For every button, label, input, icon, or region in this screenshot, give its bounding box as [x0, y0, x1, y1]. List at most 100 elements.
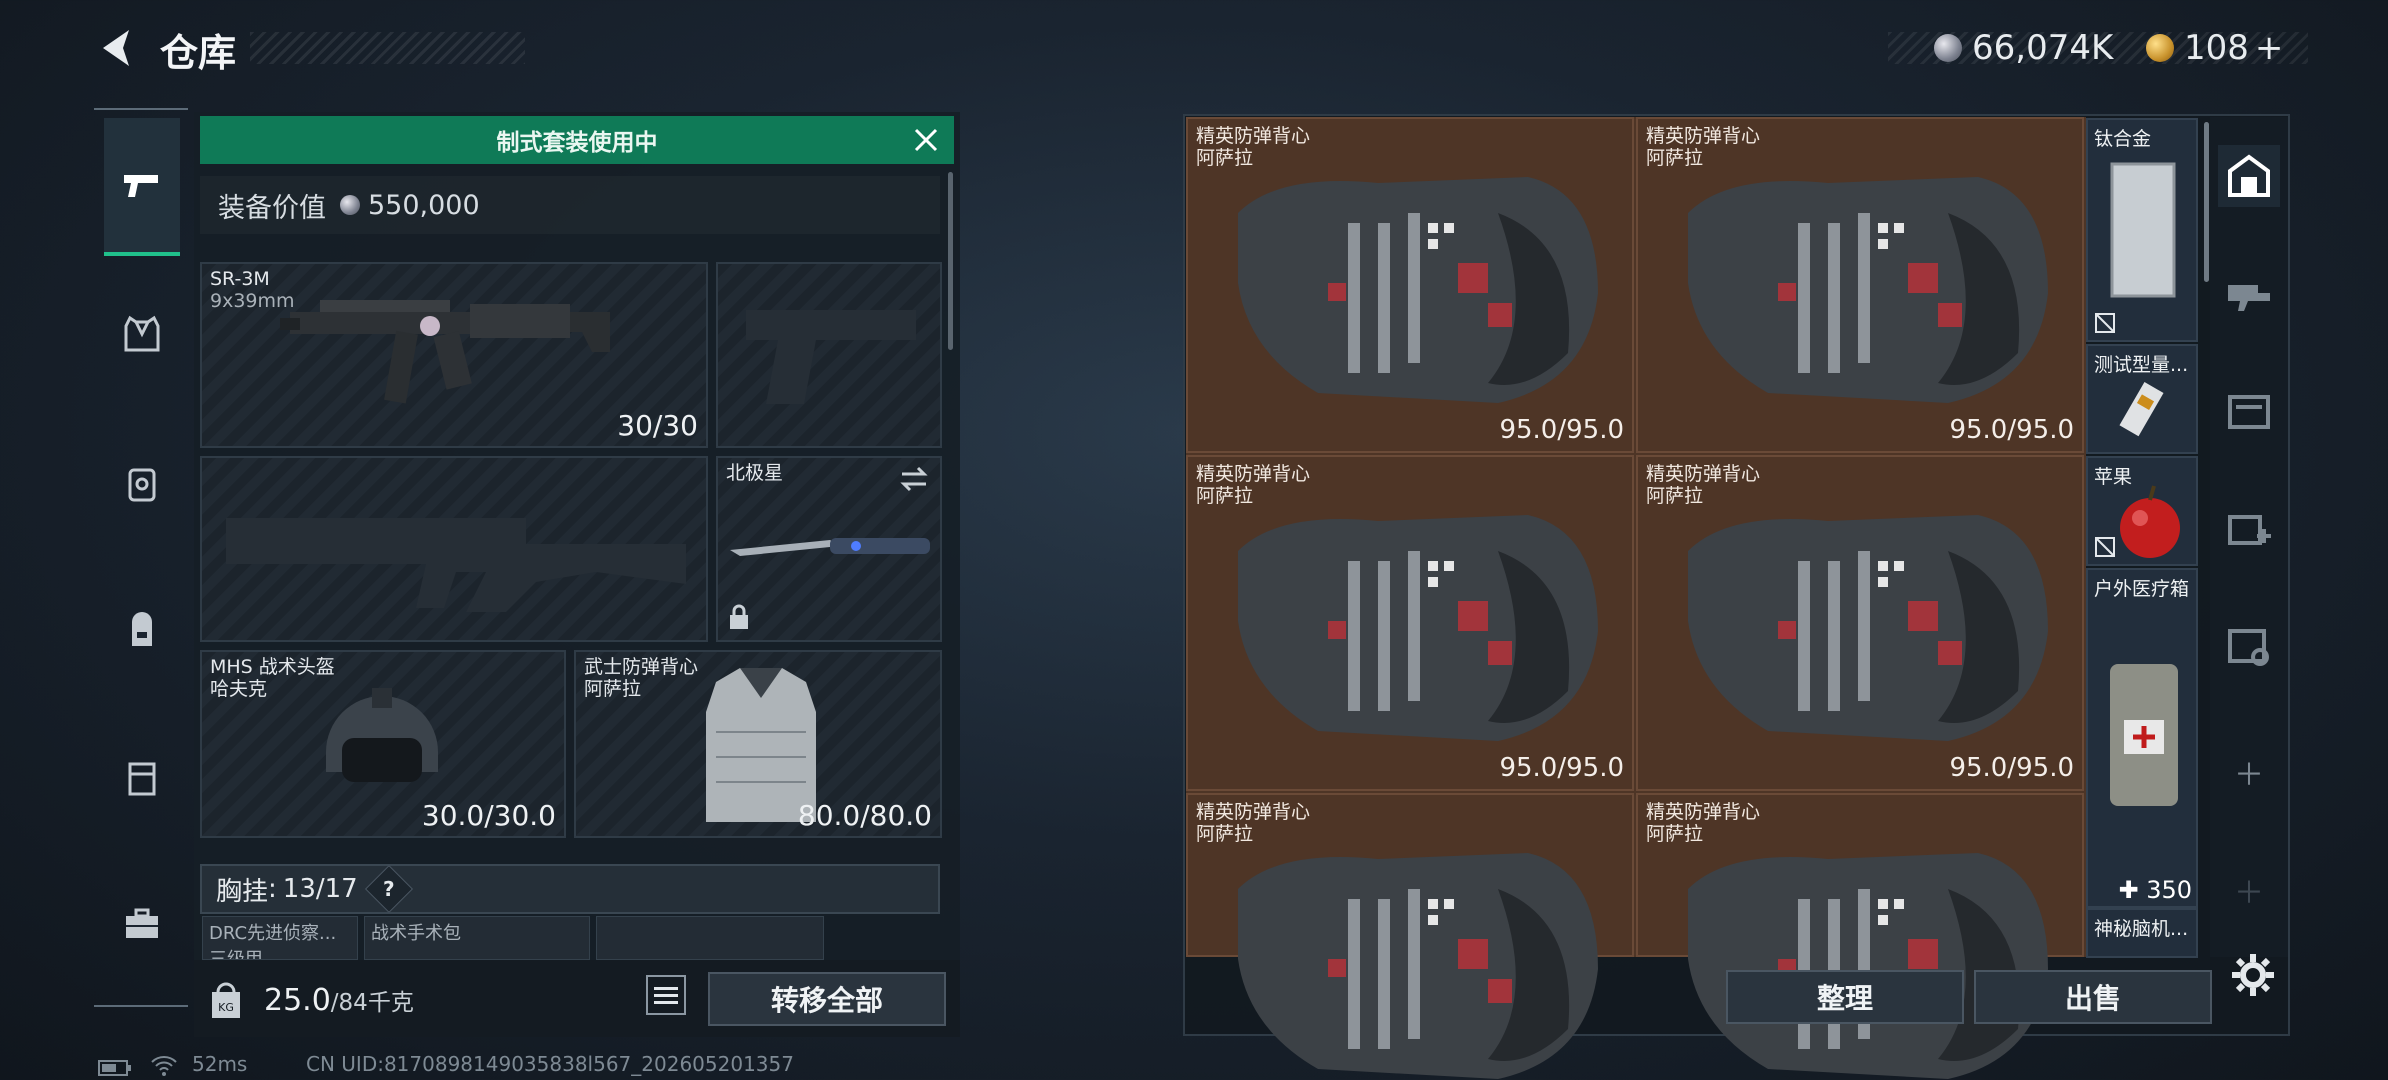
chest-rig-row[interactable]: 胸挂 : 13/17 ?: [200, 864, 940, 914]
close-icon[interactable]: [912, 126, 940, 154]
item-title: 精英防弹背心: [1646, 125, 1761, 147]
tab-valuables-storage[interactable]: [2218, 615, 2280, 677]
no-trade-icon: [2095, 313, 2115, 333]
add-tab-button[interactable]: ＋: [2218, 741, 2280, 803]
lock-icon: [730, 604, 748, 629]
helmet-brand: 哈夫克: [210, 678, 268, 700]
chest-rig-capacity: 13/17: [282, 874, 358, 904]
silver-coin-icon: [1934, 34, 1962, 62]
equipment-value-label: 装备价值: [218, 192, 326, 224]
tab-weapons[interactable]: [104, 118, 180, 256]
melee-name: 北极星: [726, 462, 784, 484]
storage-scrollbar[interactable]: [2204, 122, 2209, 282]
item-brand: 阿萨拉: [1646, 147, 1704, 169]
preset-banner-text: 制式套装使用中: [496, 130, 658, 156]
vest-image: [1238, 177, 1598, 403]
chest-rig-label: 胸挂: [216, 876, 269, 907]
helmet-slot[interactable]: MHS 战术头盔 哈夫克 30.0/30.0: [200, 650, 566, 838]
armor-name: 武士防弹背心: [584, 656, 699, 678]
tab-medical-storage[interactable]: [2218, 497, 2280, 559]
container-icon: [128, 762, 156, 796]
mini-item-slot[interactable]: DRC先进侦察... 三级甲: [202, 916, 358, 960]
backpack-icon: [132, 612, 152, 646]
tab-ammo-storage[interactable]: [2218, 379, 2280, 441]
sidebar-bottom-line: [94, 1005, 188, 1007]
storage-item-vest[interactable]: 精英防弹背心 阿萨拉 95.0/95.0: [1186, 117, 1634, 453]
item-brand: 阿萨拉: [1646, 823, 1704, 845]
help-icon[interactable]: ?: [364, 864, 413, 914]
armor-slot[interactable]: 武士防弹背心 阿萨拉 80.0/80.0: [574, 650, 942, 838]
equipment-scrollbar[interactable]: [948, 172, 953, 350]
help-glyph: ?: [382, 876, 395, 901]
sidebar-top-line: [94, 108, 188, 110]
item-brand: 阿萨拉: [1646, 485, 1704, 507]
item-name: 精英防弹背心 阿萨拉: [1646, 463, 1760, 507]
mini-item-slot[interactable]: [596, 916, 824, 960]
add-gold-button[interactable]: +: [2255, 28, 2284, 68]
storage-item-test[interactable]: 测试型量...: [2086, 344, 2198, 454]
weight-icon: KG: [212, 982, 240, 1018]
toolbox-icon: [126, 908, 158, 938]
armor-plate-icon: [128, 468, 156, 502]
gold-currency[interactable]: 108 +: [2146, 26, 2283, 70]
gear-box-tab-icon: [2228, 629, 2269, 666]
mini-item-label: DRC先进侦察...: [209, 923, 337, 944]
swap-icon[interactable]: [898, 466, 930, 492]
page-title: 仓库: [160, 31, 237, 75]
sell-button[interactable]: 出售: [1974, 970, 2212, 1024]
secondary-weapon-slot[interactable]: [200, 456, 708, 642]
tab-vest[interactable]: [104, 296, 180, 372]
storage-item-vest[interactable]: 精英防弹背心 阿萨拉: [1186, 793, 1634, 1079]
tab-armor[interactable]: [104, 446, 180, 522]
storage-item-vest[interactable]: 精英防弹背心 阿萨拉 95.0/95.0: [1636, 455, 2084, 791]
storage-item-titanium[interactable]: 钛合金: [2086, 118, 2198, 342]
item-title: 精英防弹背心: [1646, 463, 1761, 485]
melee-slot[interactable]: 北极星: [716, 456, 942, 642]
folder-tab-icon: [2228, 395, 2270, 429]
settings-gear-icon[interactable]: [2230, 952, 2276, 998]
apple-image: [2120, 485, 2180, 558]
battery-icon: [98, 1060, 131, 1076]
equipment-value-amount: 550,000: [368, 189, 480, 221]
vest-icon: [124, 315, 160, 352]
tab-container[interactable]: [104, 740, 180, 816]
medkit-image: [2110, 664, 2178, 806]
storage-item-medkit[interactable]: 户外医疗箱 ✚ 350: [2086, 568, 2198, 908]
plus-icon: ＋: [2234, 758, 2264, 793]
item-name: 钛合金: [2094, 128, 2152, 150]
tab-weapons-storage[interactable]: [2218, 261, 2280, 323]
storage-item-apple[interactable]: 苹果: [2086, 456, 2198, 566]
equipment-value-row: 装备价值 550,000: [200, 176, 940, 234]
carry-weight: 25.0 /84千克: [264, 975, 414, 1025]
tab-toolbox[interactable]: [104, 886, 180, 962]
ping-text: 52ms: [192, 1052, 248, 1076]
storage-tab-nav: ＋ ＋: [2210, 117, 2288, 957]
medkit-count-value: 350: [2146, 876, 2192, 904]
list-view-button[interactable]: [646, 975, 686, 1015]
tab-backpack[interactable]: [104, 592, 180, 668]
storage-item-vest[interactable]: 精英防弹背心 阿萨拉: [1636, 793, 2084, 1079]
storage-item-brain[interactable]: 神秘脑机...: [2086, 908, 2198, 958]
add-tab-button-disabled: ＋: [2218, 859, 2280, 921]
primary-weapon-slot[interactable]: SR-3M 9x39mm 30/30: [200, 262, 708, 448]
item-name: 精英防弹背心 阿萨拉: [1196, 801, 1310, 845]
weight-value: 25.0: [264, 983, 331, 1018]
item-name: 精英防弹背心 阿萨拉: [1646, 125, 1760, 169]
rifle-silhouette-icon: [226, 518, 686, 612]
plus-icon: ✚: [2118, 876, 2139, 904]
warehouse-icon: [2228, 154, 2270, 197]
mini-item-slot[interactable]: 战术手术包: [364, 916, 590, 960]
item-title: 精英防弹背心: [1646, 801, 1761, 823]
back-arrow-icon[interactable]: [95, 26, 135, 70]
vest-image: [1688, 177, 2048, 403]
gold-amount: 108: [2184, 28, 2249, 68]
storage-item-vest[interactable]: 精英防弹背心 阿萨拉 95.0/95.0: [1186, 455, 1634, 791]
armor-durability: 80.0/80.0: [797, 799, 932, 832]
organize-button[interactable]: 整理: [1726, 970, 1964, 1024]
transfer-all-button[interactable]: 转移全部: [708, 972, 946, 1026]
title-decoration: [250, 32, 525, 64]
tab-all-storage[interactable]: [2218, 145, 2280, 207]
storage-item-vest[interactable]: 精英防弹背心 阿萨拉 95.0/95.0: [1636, 117, 2084, 453]
weight-icon-text: KG: [218, 1001, 234, 1014]
pistol-slot[interactable]: [716, 262, 942, 448]
